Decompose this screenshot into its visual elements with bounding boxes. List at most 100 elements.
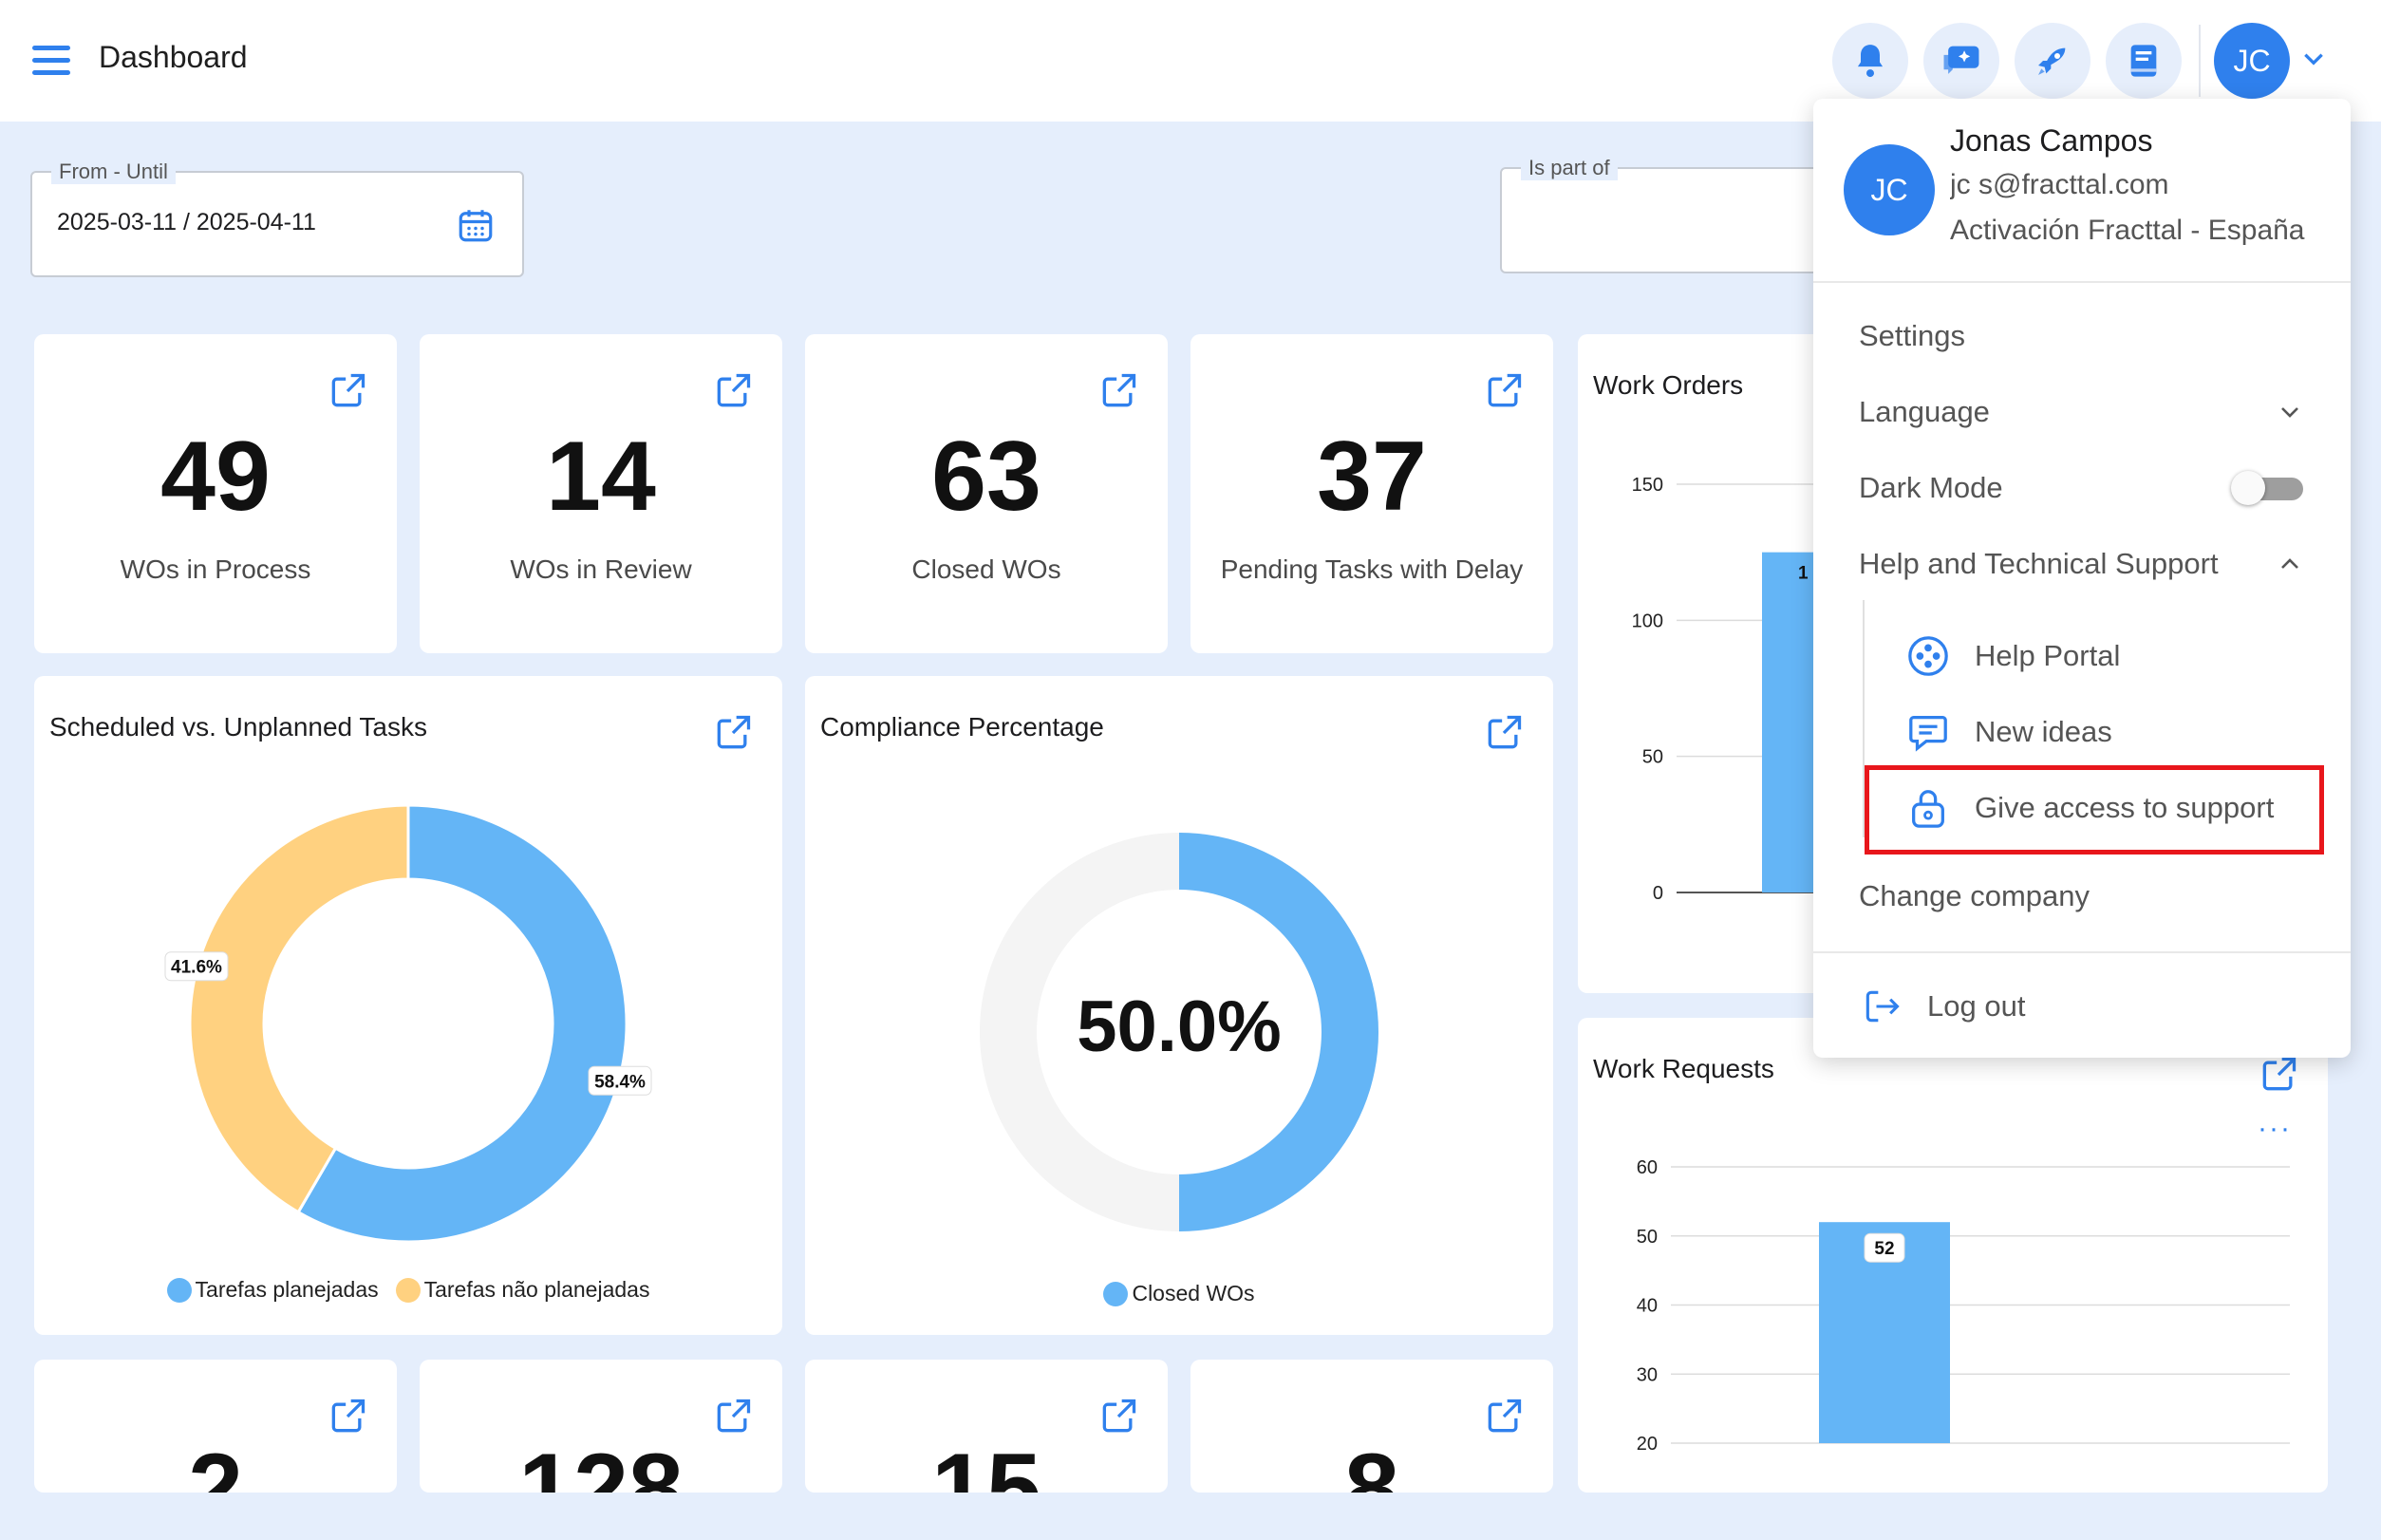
menu-item-help-portal[interactable]: Help Portal bbox=[1906, 634, 2120, 678]
menu-divider bbox=[1813, 281, 2351, 283]
external-link-icon[interactable] bbox=[327, 370, 368, 412]
external-link-icon[interactable] bbox=[1097, 370, 1139, 412]
y-tick-label: 0 bbox=[1653, 883, 1663, 904]
user-name: Jonas Campos bbox=[1950, 123, 2153, 158]
legend-label: Tarefas não planejadas bbox=[423, 1277, 650, 1302]
kpi-value: 8 bbox=[1344, 1434, 1399, 1493]
log-out-label: Log out bbox=[1927, 989, 2026, 1023]
kpi-card-row2-1: 2 bbox=[34, 1360, 397, 1493]
card-title: Scheduled vs. Unplanned Tasks bbox=[49, 712, 427, 742]
kpi-label: WOs in Review bbox=[510, 554, 692, 584]
y-tick-label: 50 bbox=[1642, 747, 1663, 768]
y-tick-label: 60 bbox=[1637, 1157, 1658, 1178]
kpi-card-closed-wos: 63 Closed WOs bbox=[805, 334, 1168, 653]
external-link-icon[interactable] bbox=[712, 712, 754, 754]
kpi-label: Closed WOs bbox=[911, 554, 1061, 584]
compliance-donut-chart: 50.0% bbox=[979, 833, 1378, 1231]
header-divider bbox=[2199, 25, 2201, 97]
logout-icon bbox=[1865, 990, 1900, 1023]
kpi-value: 49 bbox=[160, 422, 271, 532]
data-label-41: 41.6% bbox=[164, 951, 229, 982]
kpi-value: 37 bbox=[1317, 422, 1427, 532]
chat-sparkle-icon[interactable] bbox=[1923, 23, 1999, 99]
slice-tarefas-nao-planejadas[interactable] bbox=[188, 803, 410, 1214]
menu-item-dark-mode[interactable]: Dark Mode bbox=[1859, 471, 2003, 505]
donut-chart: 58.4% 41.6% bbox=[164, 803, 652, 1244]
date-range-label: From - Until bbox=[51, 160, 176, 184]
chevron-down-icon[interactable] bbox=[2301, 49, 2326, 68]
highlight-box bbox=[1865, 765, 2324, 855]
kpi-value: 14 bbox=[546, 422, 656, 532]
chat-bubble-icon bbox=[1909, 716, 1947, 752]
data-label-58: 58.4% bbox=[588, 1065, 652, 1096]
legend-item[interactable]: Tarefas não planejadas bbox=[395, 1277, 650, 1303]
y-tick-label: 30 bbox=[1637, 1364, 1658, 1385]
date-range-value: 2025-03-11 / 2025-04-11 bbox=[57, 209, 316, 235]
legend-label: Closed WOs bbox=[1132, 1281, 1255, 1305]
scheduled-vs-unplanned-card: Scheduled vs. Unplanned Tasks 58.4% 41.6… bbox=[34, 676, 782, 1335]
help-portal-icon bbox=[1908, 636, 1948, 676]
data-label-text: 41.6% bbox=[171, 958, 222, 978]
toggle-knob bbox=[2231, 471, 2265, 505]
dark-mode-toggle[interactable] bbox=[2231, 471, 2307, 505]
kpi-value: 15 bbox=[931, 1434, 1041, 1493]
external-link-icon[interactable] bbox=[1483, 712, 1525, 754]
rocket-icon[interactable] bbox=[2015, 23, 2090, 99]
bell-icon[interactable] bbox=[1832, 23, 1908, 99]
grid: 60 50 40 30 20 bbox=[1637, 1157, 2290, 1455]
kpi-card-row2-2: 128 bbox=[420, 1360, 782, 1493]
y-tick-label: 20 bbox=[1637, 1434, 1658, 1455]
chart-legend: Tarefas planejadas Tarefas não planejada… bbox=[34, 1277, 782, 1303]
help-portal-label: Help Portal bbox=[1975, 639, 2121, 672]
chart-legend: Closed WOs bbox=[805, 1281, 1553, 1306]
menu-item-help-support[interactable]: Help and Technical Support bbox=[1859, 547, 2219, 581]
is-part-of-label: Is part of bbox=[1521, 156, 1618, 180]
legend-dot bbox=[166, 1277, 192, 1303]
work-requests-bar-chart: 60 50 40 30 20 52 bbox=[1637, 1157, 2290, 1455]
legend-item[interactable]: Tarefas planejadas bbox=[166, 1277, 379, 1303]
kpi-card-wos-in-review: 14 WOs in Review bbox=[420, 334, 782, 653]
new-ideas-label: New ideas bbox=[1975, 715, 2112, 748]
book-icon[interactable] bbox=[2106, 23, 2182, 99]
user-company: Activación Fracttal - España bbox=[1950, 215, 2305, 246]
menu-icon[interactable] bbox=[32, 46, 70, 76]
legend-item[interactable]: Closed WOs bbox=[1103, 1281, 1255, 1306]
chevron-down-icon[interactable] bbox=[2278, 403, 2301, 422]
user-menu: JC Jonas Campos jc s@fracttal.com Activa… bbox=[1813, 99, 2351, 1058]
y-tick-label: 40 bbox=[1637, 1296, 1658, 1317]
kpi-card-row2-4: 8 bbox=[1190, 1360, 1553, 1493]
legend-dot bbox=[395, 1277, 421, 1303]
chevron-up-icon[interactable] bbox=[2278, 554, 2301, 573]
calendar-icon[interactable] bbox=[456, 205, 496, 245]
kpi-card-pending-tasks: 37 Pending Tasks with Delay bbox=[1190, 334, 1553, 653]
menu-item-log-out[interactable]: Log out bbox=[1861, 986, 2025, 1027]
external-link-icon[interactable] bbox=[1483, 370, 1525, 412]
compliance-card: Compliance Percentage 50.0% Closed WOs bbox=[805, 676, 1553, 1335]
center-percentage: 50.0% bbox=[1077, 986, 1282, 1067]
menu-item-settings[interactable]: Settings bbox=[1859, 319, 1965, 353]
kpi-value: 2 bbox=[188, 1434, 243, 1493]
legend-dot bbox=[1103, 1281, 1129, 1306]
external-link-icon[interactable] bbox=[712, 370, 754, 412]
date-range-field[interactable]: From - Until 2025-03-11 / 2025-04-11 bbox=[30, 160, 524, 277]
data-label-text: 52 bbox=[1874, 1239, 1894, 1259]
kpi-value: 63 bbox=[931, 422, 1041, 532]
menu-item-language[interactable]: Language bbox=[1859, 395, 1990, 429]
menu-item-new-ideas[interactable]: New ideas bbox=[1906, 710, 2112, 754]
data-label-text: 58.4% bbox=[594, 1072, 646, 1092]
data-label-52: 52 bbox=[1864, 1232, 1905, 1263]
menu-divider bbox=[1813, 951, 2351, 953]
user-avatar[interactable]: JC bbox=[2214, 23, 2290, 99]
kpi-card-wos-in-process: 49 WOs in Process bbox=[34, 334, 397, 653]
user-email: jc s@fracttal.com bbox=[1950, 169, 2169, 200]
y-tick-label: 100 bbox=[1632, 610, 1663, 631]
work-requests-card: Work Requests ··· 60 50 40 30 20 52 bbox=[1578, 1018, 2328, 1493]
y-tick-label: 50 bbox=[1637, 1227, 1658, 1248]
bar-label-partial: 1 bbox=[1798, 564, 1809, 584]
menu-avatar: JC bbox=[1844, 144, 1935, 235]
kpi-value: 128 bbox=[518, 1434, 684, 1493]
kpi-label: Pending Tasks with Delay bbox=[1220, 554, 1524, 584]
legend-label: Tarefas planejadas bbox=[195, 1277, 379, 1302]
menu-item-change-company[interactable]: Change company bbox=[1859, 879, 2090, 913]
kpi-label: WOs in Process bbox=[120, 554, 311, 584]
